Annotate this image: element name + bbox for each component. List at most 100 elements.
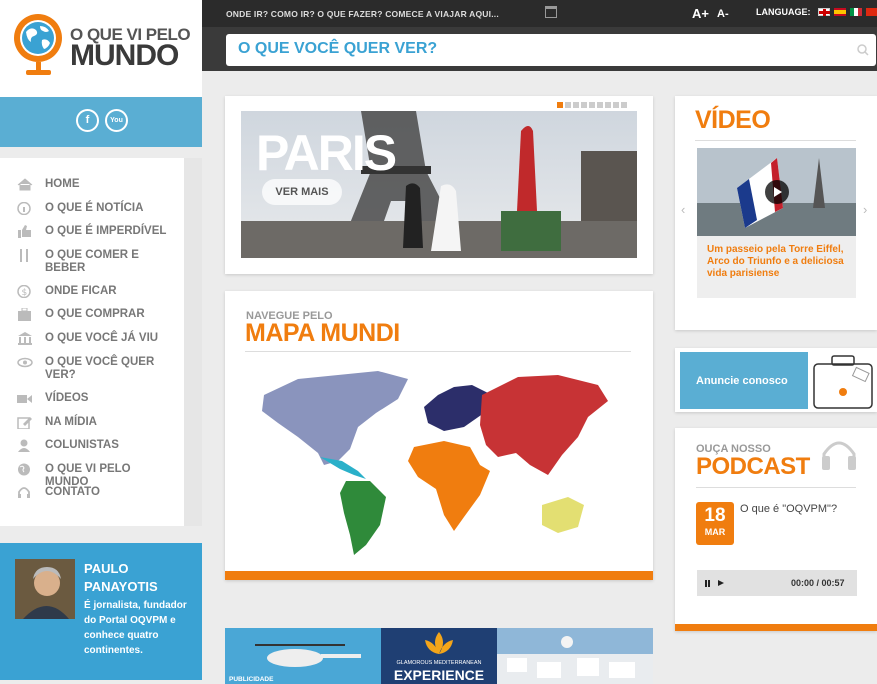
slider-dots[interactable] (557, 102, 627, 108)
video-camera-icon (17, 392, 33, 405)
top-nav-links[interactable]: ONDE IR? COMO IR? O QUE FAZER? COMECE A … (226, 9, 499, 19)
nav-item-colunistas[interactable]: COLUNISTAS (17, 439, 177, 452)
video-divider (695, 140, 856, 141)
nav-item-contato[interactable]: CONTATO (17, 486, 177, 499)
world-map[interactable] (258, 365, 614, 560)
globe-icon (17, 463, 33, 476)
author-name-first: PAULO (84, 561, 129, 576)
play-icon[interactable] (765, 180, 789, 204)
podcast-episode-title[interactable]: O que é "OQVPM"? (740, 503, 837, 515)
font-increase-button[interactable]: A+ (692, 6, 709, 21)
banner-2-line-2: EXPERIENCE (394, 667, 484, 683)
briefcase-icon (17, 307, 33, 321)
flag-it-icon[interactable] (850, 8, 862, 16)
nav-item-noticia[interactable]: O QUE É NOTÍCIA (17, 201, 177, 216)
headphones-icon (822, 441, 856, 470)
user-icon (17, 439, 33, 452)
nav-label: O QUE COMPRAR (45, 308, 145, 320)
edit-icon (17, 416, 33, 430)
home-icon (17, 178, 33, 191)
slider-dot[interactable] (589, 102, 595, 108)
youtube-icon[interactable]: You (105, 109, 128, 132)
nav-label: ONDE FICAR (45, 285, 117, 297)
font-decrease-button[interactable]: A- (717, 8, 729, 20)
nav-item-videos[interactable]: VÍDEOS (17, 392, 177, 405)
podcast-day: 18 (704, 505, 726, 526)
video-caption[interactable]: Um passeio pela Torre Eiffel, Arco do Tr… (707, 244, 847, 280)
video-next-arrow-icon[interactable]: › (863, 202, 867, 217)
flag-en-icon[interactable] (818, 8, 830, 16)
flag-es-icon[interactable] (834, 8, 846, 16)
slider-dot[interactable] (621, 102, 627, 108)
thumbs-up-icon (17, 225, 33, 238)
flag-cn-icon[interactable] (866, 8, 877, 16)
video-title: VÍDEO (695, 106, 771, 134)
south-america-region (340, 481, 386, 555)
facebook-icon[interactable]: f (76, 109, 99, 132)
slider-dot[interactable] (581, 102, 587, 108)
podcast-title: PODCAST (696, 453, 810, 480)
banner-mediterranean[interactable]: GLAMOROUS MEDITERRANEAN EXPERIENCE (381, 628, 497, 684)
social-bar: f You (0, 97, 202, 147)
nav-label: O QUE COMER E BEBER (45, 249, 139, 274)
nav-label: O QUE VOCÊ JÁ VIU (45, 332, 159, 344)
bank-icon (17, 332, 33, 345)
slider-dot[interactable] (597, 102, 603, 108)
map-title: MAPA MUNDI (245, 319, 400, 347)
slider-dot[interactable] (565, 102, 571, 108)
nav-item-ja-viu[interactable]: O QUE VOCÊ JÁ VIU (17, 332, 177, 345)
nav-item-comer-beber[interactable]: O QUE COMER E BEBER (17, 249, 177, 275)
svg-text:$: $ (22, 288, 28, 298)
podcast-date-badge: 18 MAR (696, 502, 734, 545)
slider-dot[interactable] (613, 102, 619, 108)
pause-icon[interactable] (705, 580, 710, 587)
europe-region (424, 385, 488, 431)
logo-line-2: MUNDO (70, 39, 179, 72)
nav-item-imperdivel[interactable]: O QUE É IMPERDÍVEL (17, 225, 177, 238)
banner-helicopter[interactable]: PUBLICIDADE (225, 628, 381, 684)
nav-item-na-midia[interactable]: NA MÍDIA (17, 416, 177, 430)
nav-item-onde-ficar[interactable]: $ ONDE FICAR (17, 284, 177, 299)
slider-more-button[interactable]: VER MAIS (262, 179, 342, 205)
nav-label: CONTATO (45, 486, 100, 498)
play-small-icon[interactable] (718, 580, 724, 586)
slider-dot-active[interactable] (557, 102, 563, 108)
author-bio: É jornalista, fundador do Portal OQVPM e… (84, 600, 187, 656)
slider-dot[interactable] (573, 102, 579, 108)
banner-label: PUBLICIDADE (229, 676, 274, 683)
dollar-icon: $ (17, 284, 33, 299)
nav-item-home[interactable]: HOME (17, 178, 177, 191)
briefcase-ad-icon (813, 355, 873, 409)
nav-label: HOME (45, 178, 80, 190)
headset-icon (17, 486, 33, 499)
search-placeholder: O QUE VOCÊ QUER VER? (238, 40, 438, 57)
video-prev-arrow-icon[interactable]: ‹ (681, 202, 685, 217)
asia-region (480, 375, 608, 475)
cutlery-icon (17, 249, 33, 262)
info-icon (17, 201, 33, 216)
africa-region (408, 441, 490, 531)
slider-dot[interactable] (605, 102, 611, 108)
podcast-card-accent (675, 624, 877, 631)
nav-label: COLUNISTAS (45, 439, 119, 451)
calendar-icon[interactable] (545, 6, 557, 18)
globe-logo-icon[interactable] (12, 12, 66, 82)
nav-label: O QUE VOCÊ QUER VER? (45, 356, 155, 381)
banner-mykonos[interactable] (497, 628, 653, 684)
nav-label: NA MÍDIA (45, 416, 97, 428)
nav-label: VÍDEOS (45, 392, 89, 404)
nav-item-quer-ver[interactable]: O QUE VOCÊ QUER VER? (17, 356, 177, 382)
podcast-month: MAR (704, 527, 726, 537)
search-icon[interactable] (857, 44, 869, 56)
nav-label: O QUE É IMPERDÍVEL (45, 225, 167, 237)
oceania-region (542, 497, 584, 533)
nav-item-comprar[interactable]: O QUE COMPRAR (17, 307, 177, 321)
ad-label[interactable]: Anuncie conosco (696, 375, 788, 387)
nav-scrollbar[interactable] (184, 158, 202, 526)
podcast-divider (696, 487, 856, 488)
audio-time: 00:00 / 00:57 (791, 578, 845, 588)
author-card[interactable]: PAULO PANAYOTIS É jornalista, fundador d… (0, 543, 202, 680)
map-divider (245, 351, 631, 352)
author-avatar (15, 559, 75, 619)
eye-icon (17, 356, 33, 369)
